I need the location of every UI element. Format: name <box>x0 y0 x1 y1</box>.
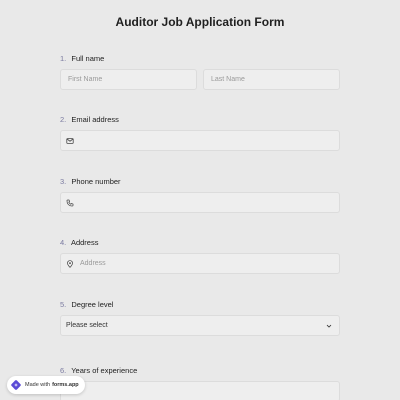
made-with-badge[interactable]: Made with forms.app <box>7 376 85 394</box>
badge-brand: forms.app <box>52 382 79 388</box>
location-pin-icon <box>66 259 74 268</box>
question-number: 6. <box>60 366 67 375</box>
badge-prefix: Made with <box>25 382 51 388</box>
degree-level-selected: Please select <box>66 322 108 329</box>
address-input[interactable]: Address <box>60 253 340 274</box>
question-number: 3. <box>60 177 67 186</box>
question-text: Email address <box>71 115 119 124</box>
last-name-placeholder: Last Name <box>211 76 245 83</box>
mail-icon <box>66 137 74 145</box>
question-text: Address <box>70 238 99 247</box>
first-name-placeholder: First Name <box>68 76 103 83</box>
question-text: Degree level <box>71 300 114 309</box>
question-label: 3. Phone number <box>60 177 340 187</box>
question-number: 4. <box>60 238 67 247</box>
question-number: 2. <box>60 115 67 124</box>
question-label: 6. Years of experience <box>60 366 340 376</box>
question-label: 1. Full name <box>60 54 340 64</box>
question-phone: 3. Phone number <box>60 177 340 213</box>
email-input[interactable] <box>60 130 340 151</box>
question-text: Years of experience <box>71 366 138 375</box>
form-page: Auditor Job Application Form 1. Full nam… <box>0 0 400 400</box>
forms-app-logo-icon <box>11 380 21 390</box>
question-address: 4. Address Address <box>60 238 340 274</box>
degree-level-select[interactable]: Please select <box>60 315 340 336</box>
phone-input[interactable] <box>60 192 340 213</box>
question-label: 4. Address <box>60 238 340 248</box>
question-label: 2. Email address <box>60 115 340 125</box>
full-name-row: First Name Last Name <box>60 69 340 90</box>
first-name-input[interactable]: First Name <box>60 69 197 90</box>
address-placeholder: Address <box>80 260 106 267</box>
question-text: Full name <box>71 54 105 63</box>
question-label: 5. Degree level <box>60 300 340 310</box>
question-degree-level: 5. Degree level Please select <box>60 300 340 336</box>
question-email: 2. Email address <box>60 115 340 151</box>
last-name-input[interactable]: Last Name <box>203 69 340 90</box>
question-full-name: 1. Full name First Name Last Name <box>60 54 340 90</box>
years-of-experience-input[interactable] <box>60 381 340 400</box>
chevron-down-icon <box>325 322 333 330</box>
page-title: Auditor Job Application Form <box>115 15 285 29</box>
question-years-of-experience: 6. Years of experience <box>60 366 340 400</box>
question-number: 1. <box>60 54 67 63</box>
question-text: Phone number <box>71 177 121 186</box>
question-number: 5. <box>60 300 67 309</box>
phone-icon <box>66 199 74 207</box>
